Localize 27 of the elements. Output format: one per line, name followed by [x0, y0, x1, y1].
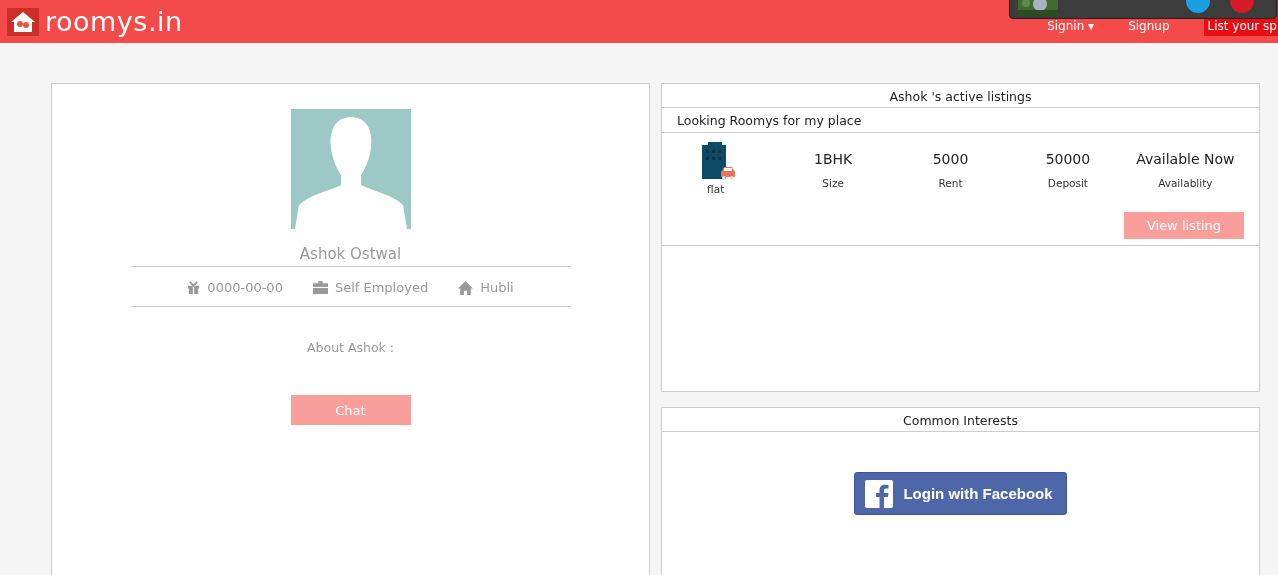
- view-listing-button[interactable]: View listing: [1124, 212, 1244, 239]
- avatar-silhouette-icon: [290, 109, 411, 229]
- stat-label: Rent: [938, 177, 963, 189]
- detail-text: Hubli: [480, 280, 514, 295]
- chat-button[interactable]: Chat: [290, 395, 411, 425]
- stat-value: 5000: [932, 151, 969, 167]
- facebook-login-button[interactable]: Login with Facebook: [854, 472, 1067, 515]
- listing-type: flat: [707, 183, 725, 195]
- stat-label: Availablity: [1158, 177, 1213, 189]
- stat-value: 1BHK: [814, 151, 853, 167]
- house-logo-icon: [7, 7, 39, 36]
- site-logo-text[interactable]: roomys.in: [45, 6, 183, 37]
- detail-text: Self Employed: [334, 280, 429, 295]
- stat-value: 50000: [1045, 151, 1091, 167]
- facebook-icon: [865, 479, 894, 508]
- stat-label: Deposit: [1047, 177, 1088, 189]
- detail-text: 0000-00-00: [207, 280, 283, 295]
- stat-value: Available Now: [1136, 151, 1235, 167]
- briefcase-icon: [312, 281, 328, 294]
- card-title: Ashok 's active listings: [662, 84, 1259, 108]
- about-label: About Ashok :: [307, 340, 394, 355]
- card-title: Common Interests: [662, 408, 1259, 432]
- house-icon: [458, 280, 474, 295]
- gift-icon: [187, 281, 201, 294]
- stat-label: Size: [822, 177, 844, 189]
- section-heading: Looking Roomys for my place: [662, 108, 1259, 133]
- profile-name: Ashok Ostwal: [130, 245, 571, 267]
